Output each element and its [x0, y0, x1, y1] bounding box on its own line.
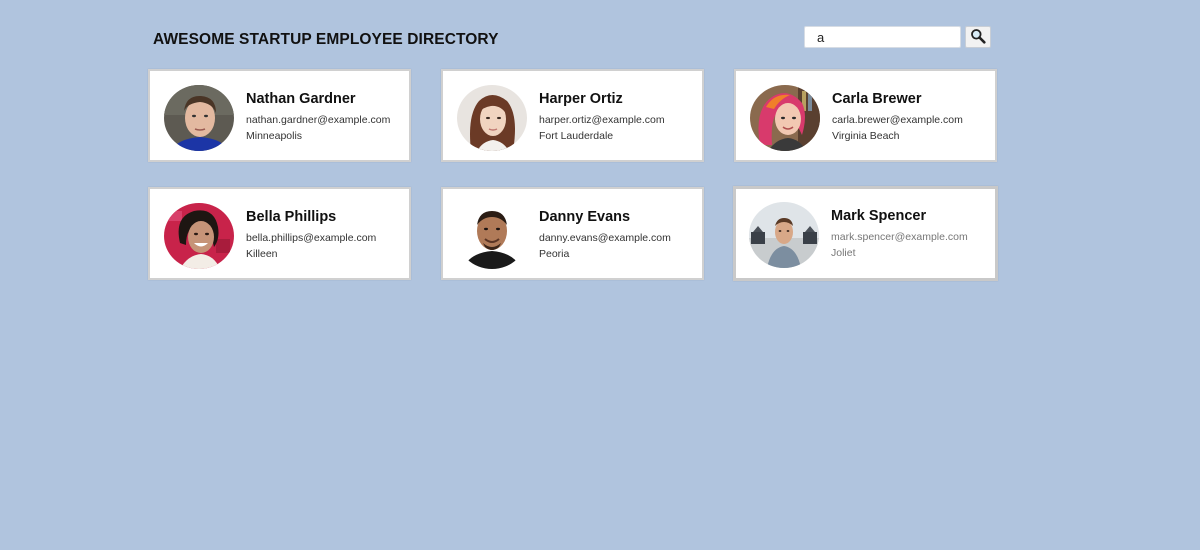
employee-card[interactable]: Bella Phillips bella.phillips@example.co… [148, 187, 411, 280]
magnifier-icon [970, 28, 986, 47]
employee-card[interactable]: Mark Spencer mark.spencer@example.com Jo… [733, 186, 998, 281]
employee-name: Carla Brewer [832, 91, 922, 107]
employee-name: Danny Evans [539, 209, 631, 225]
employee-name: Bella Phillips [246, 209, 337, 225]
employee-card[interactable]: Harper Ortiz harper.ortiz@example.com Fo… [441, 69, 704, 162]
employee-city: Killeen [246, 248, 278, 260]
search-form [804, 25, 991, 49]
employee-card[interactable]: Danny Evans danny.evans@example.com Peor… [441, 187, 704, 280]
employee-email: bella.phillips@example.com [246, 232, 377, 244]
employee-name: Harper Ortiz [539, 91, 623, 107]
employee-city: Joliet [831, 247, 856, 259]
employee-email: mark.spencer@example.com [831, 231, 968, 243]
search-input[interactable] [804, 26, 961, 48]
avatar [750, 85, 820, 151]
employee-card[interactable]: Carla Brewer carla.brewer@example.com Vi… [734, 69, 997, 162]
employee-email: danny.evans@example.com [539, 232, 671, 244]
employee-email: harper.ortiz@example.com [539, 114, 665, 126]
avatar [164, 203, 234, 269]
avatar [457, 85, 527, 151]
avatar [749, 202, 819, 268]
employee-email: carla.brewer@example.com [832, 114, 963, 126]
employee-name: Mark Spencer [831, 208, 927, 224]
employee-city: Virginia Beach [832, 130, 900, 142]
employee-city: Fort Lauderdale [539, 130, 614, 142]
avatar [457, 203, 527, 269]
employee-card[interactable]: Nathan Gardner nathan.gardner@example.co… [148, 69, 411, 162]
employee-name: Nathan Gardner [246, 91, 356, 107]
avatar [164, 85, 234, 151]
page-title: AWESOME STARTUP EMPLOYEE DIRECTORY [153, 31, 499, 48]
search-button[interactable] [965, 26, 991, 48]
employee-city: Minneapolis [246, 130, 303, 142]
employee-email: nathan.gardner@example.com [246, 114, 391, 126]
employee-city: Peoria [539, 248, 570, 260]
